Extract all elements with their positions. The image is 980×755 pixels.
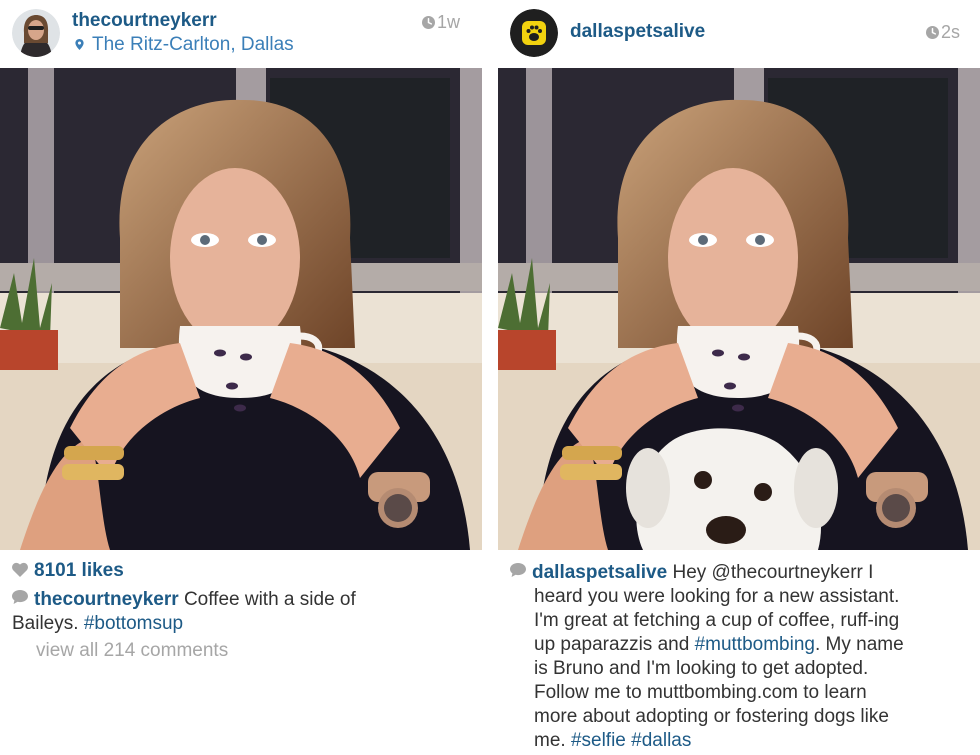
caption-text-line-2: Baileys. xyxy=(12,613,84,634)
caption-line-8: me. xyxy=(534,730,571,751)
view-all-comments-link[interactable]: view all 214 comments xyxy=(36,640,228,662)
caption-username[interactable]: thecourtneykerr xyxy=(34,589,179,610)
post-photo[interactable] xyxy=(0,68,482,550)
location-pin-icon xyxy=(75,39,84,50)
post-timestamp: 2s xyxy=(926,22,960,43)
hashtag-selfie[interactable]: #selfie xyxy=(571,730,626,751)
heart-icon xyxy=(12,562,28,577)
caption-line-5: is Bruno and I'm looking to get adopted. xyxy=(534,658,869,679)
caption-username[interactable]: dallaspetsalive xyxy=(532,562,667,583)
caption-line-7: more about adopting or fostering dogs li… xyxy=(534,706,889,727)
post-photo[interactable] xyxy=(498,68,980,550)
caption-line-6: Follow me to muttbombing.com to learn xyxy=(534,682,867,703)
post-header: dallaspetsalive 2s xyxy=(498,0,980,68)
post-thecourtneykerr: thecourtneykerr The Ritz-Carlton, Dallas… xyxy=(0,0,482,755)
avatar[interactable] xyxy=(12,9,60,57)
caption-line-2: heard you were looking for a new assista… xyxy=(534,586,900,607)
post-dallaspetsalive: dallaspetsalive 2s dallaspetsalive Hey @… xyxy=(498,0,980,755)
post-username[interactable]: thecourtneykerr xyxy=(72,10,217,32)
post-caption: thecourtneykerr Coffee with a side of Ba… xyxy=(12,588,452,636)
comment-icon xyxy=(12,590,28,604)
post-caption: dallaspetsalive Hey @thecourtneykerr I h… xyxy=(510,561,980,753)
hashtag-link[interactable]: #bottomsup xyxy=(84,613,183,634)
clock-icon xyxy=(422,16,435,29)
post-time: 1w xyxy=(437,12,461,32)
post-location: The Ritz-Carlton, Dallas xyxy=(92,34,294,55)
post-timestamp: 1w xyxy=(422,12,460,33)
caption-line-1: Hey @thecourtneykerr I xyxy=(667,562,874,583)
avatar[interactable] xyxy=(510,9,558,57)
caption-text: Coffee with a side of xyxy=(178,589,356,610)
caption-line-4-end: . My name xyxy=(814,634,904,655)
caption-line-3: I'm great at fetching a cup of coffee, r… xyxy=(534,610,900,631)
post-username[interactable]: dallaspetsalive xyxy=(570,21,705,43)
post-time: 2s xyxy=(941,22,961,42)
likes-count[interactable]: 8101 likes xyxy=(34,560,124,581)
hashtag-muttbombing[interactable]: #muttbombing xyxy=(695,634,815,655)
comment-icon xyxy=(510,563,526,577)
caption-line-4: up paparazzis and xyxy=(534,634,695,655)
post-location-link[interactable]: The Ritz-Carlton, Dallas xyxy=(74,34,294,56)
post-header: thecourtneykerr The Ritz-Carlton, Dallas… xyxy=(0,0,482,68)
clock-icon xyxy=(926,26,939,39)
likes-row: 8101 likes xyxy=(12,560,124,582)
hashtag-dallas[interactable]: #dallas xyxy=(631,730,691,751)
